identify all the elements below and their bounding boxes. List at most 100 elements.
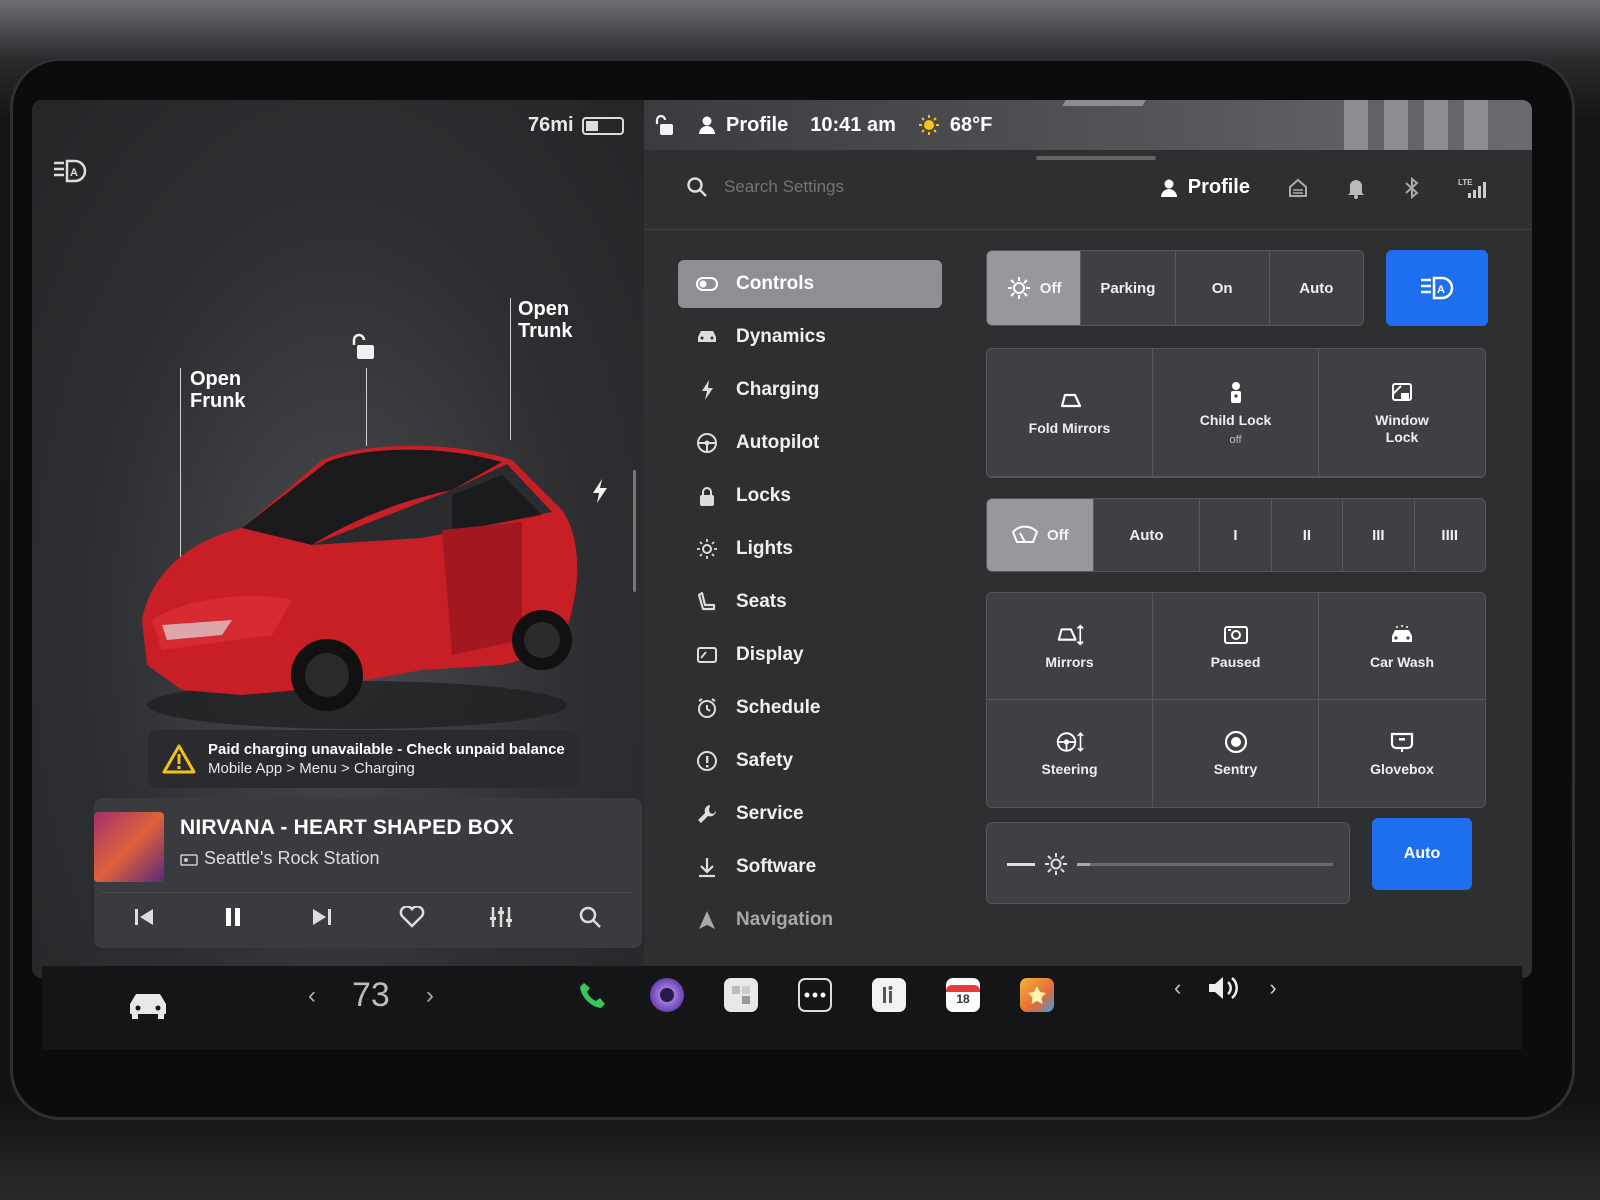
temperature-down-icon[interactable]: ‹ [308, 982, 316, 1010]
nav-item-label: Charging [736, 379, 820, 400]
album-art[interactable] [94, 812, 164, 882]
headlights-off-option[interactable]: Off [987, 251, 1082, 325]
media-search-icon[interactable] [576, 903, 604, 931]
steering-adjust-icon [1056, 732, 1084, 752]
bluetooth-icon[interactable] [1404, 176, 1420, 199]
touchscreen: 76mi A Open Frunk Open Trunk Paid chargi… [32, 100, 1532, 978]
child-lock-button[interactable]: Child Lock off [1153, 349, 1319, 477]
wipers-speed-3-option[interactable]: III [1343, 499, 1415, 571]
window-lock-button[interactable]: Window Lock [1319, 349, 1485, 477]
open-frunk-button[interactable]: Open Frunk [190, 368, 246, 412]
toybox-app-icon[interactable] [724, 978, 758, 1012]
calendar-app-icon[interactable]: 18 [946, 978, 980, 1012]
glovebox-button[interactable]: Glovebox [1319, 700, 1485, 807]
navigation-icon [696, 909, 718, 931]
car-menu-icon[interactable] [126, 984, 170, 1024]
seat-icon [696, 591, 718, 613]
pause-icon[interactable] [219, 903, 247, 931]
mirror-adjust-icon [1057, 623, 1084, 646]
station-name: Seattle's Rock Station [204, 848, 380, 868]
charge-port-icon[interactable] [590, 478, 610, 504]
car-wash-button[interactable]: Car Wash [1319, 593, 1485, 700]
nav-item-dynamics[interactable]: Dynamics [678, 313, 942, 361]
more-apps-icon[interactable] [798, 978, 832, 1012]
driver-profile[interactable]: Profile [698, 114, 788, 137]
top-status-bar: Profile 10:41 am 68°F [654, 110, 992, 140]
temperature-up-icon[interactable]: › [426, 982, 434, 1010]
search-bar[interactable] [686, 176, 984, 198]
favorite-heart-icon[interactable] [398, 903, 426, 931]
equalizer-icon[interactable] [487, 903, 515, 931]
dashcam-button[interactable]: Paused [1153, 593, 1319, 700]
toggle-icon [696, 273, 718, 295]
sun-outline-icon [1007, 277, 1030, 299]
cabin-temperature-control: ‹ 73 › [308, 976, 434, 1015]
phone-app-icon[interactable] [576, 978, 610, 1012]
notification-bell-icon[interactable] [1346, 177, 1366, 199]
nav-item-controls[interactable]: Controls [678, 260, 942, 308]
nav-item-navigation[interactable]: Navigation [678, 896, 942, 944]
nav-item-seats[interactable]: Seats [678, 578, 942, 626]
headlights-parking-option[interactable]: Parking [1081, 251, 1176, 325]
search-settings-input[interactable] [724, 177, 984, 197]
wipers-speed-4-option[interactable]: IIII [1415, 499, 1485, 571]
nav-item-safety[interactable]: Safety [678, 737, 942, 785]
volume-down-icon[interactable]: ‹ [1174, 975, 1181, 1001]
nav-item-software[interactable]: Software [678, 843, 942, 891]
sentry-label: Sentry [1213, 761, 1258, 777]
mirrors-adjust-button[interactable]: Mirrors [987, 593, 1153, 700]
wipers-auto-option[interactable]: Auto [1094, 499, 1201, 571]
nav-item-lights[interactable]: Lights [678, 525, 942, 573]
auto-high-beam-button[interactable]: A [1386, 250, 1488, 326]
nav-item-label: Locks [736, 485, 791, 506]
wiper-icon [1011, 525, 1039, 543]
settings-profile-button[interactable]: Profile [1160, 176, 1250, 199]
nav-item-autopilot[interactable]: Autopilot [678, 419, 942, 467]
speaker-icon[interactable] [1207, 974, 1243, 1002]
steering-adjust-button[interactable]: Steering [987, 700, 1153, 807]
settings-profile-label: Profile [1187, 176, 1250, 198]
display-brightness-slider[interactable] [986, 822, 1350, 904]
volume-up-icon[interactable]: › [1269, 975, 1276, 1001]
trunk-callout-line [510, 298, 511, 440]
fold-mirrors-button[interactable]: Fold Mirrors [987, 349, 1153, 477]
unlock-icon[interactable] [350, 332, 380, 362]
wipers-off-option[interactable]: Off [987, 499, 1094, 571]
wipers-speed-3-label: III [1372, 526, 1385, 544]
previous-track-icon[interactable] [130, 903, 158, 931]
headlights-on-option[interactable]: On [1176, 251, 1270, 325]
nav-item-charging[interactable]: Charging [678, 366, 942, 414]
nav-item-schedule[interactable]: Schedule [678, 684, 942, 732]
nav-item-service[interactable]: Service [678, 790, 942, 838]
nav-item-display[interactable]: Display [678, 631, 942, 679]
open-trunk-button[interactable]: Open Trunk [518, 298, 572, 342]
manual-app-icon[interactable] [872, 978, 906, 1012]
arcade-app-icon[interactable] [1020, 978, 1054, 1012]
brightness-auto-label: Auto [1403, 845, 1441, 862]
search-icon [687, 177, 707, 197]
next-track-icon[interactable] [308, 903, 336, 931]
media-controls [102, 892, 632, 940]
sentry-button[interactable]: Sentry [1153, 700, 1319, 807]
brightness-auto-button[interactable]: Auto [1372, 818, 1472, 890]
nav-item-label: Safety [736, 750, 794, 771]
garage-icon[interactable] [1288, 178, 1308, 198]
charging-alert[interactable]: Paid charging unavailable - Check unpaid… [148, 730, 580, 788]
auto-headlights-icon[interactable]: A [52, 158, 88, 184]
door-lock-icon[interactable] [654, 113, 676, 137]
camera-app-icon[interactable] [650, 978, 684, 1012]
nav-item-label: Service [736, 803, 804, 824]
adjust-tiles: Mirrors Paused Car Wash Steering Sentry [986, 592, 1486, 808]
wipers-speed-2-option[interactable]: II [1272, 499, 1344, 571]
wipers-speed-1-option[interactable]: I [1200, 499, 1272, 571]
steering-label: Steering [1041, 761, 1098, 777]
headlights-auto-option[interactable]: Auto [1270, 251, 1363, 325]
lock-icon [696, 485, 718, 507]
headlights-on-label: On [1211, 279, 1233, 297]
cabin-temperature-value[interactable]: 73 [352, 976, 390, 1015]
profile-label: Profile [726, 113, 789, 136]
nav-item-locks[interactable]: Locks [678, 472, 942, 520]
brightness-track[interactable] [1077, 863, 1333, 866]
track-title: NIRVANA - HEART SHAPED BOX [180, 816, 514, 839]
fold-mirrors-label: Fold Mirrors [1028, 420, 1111, 436]
